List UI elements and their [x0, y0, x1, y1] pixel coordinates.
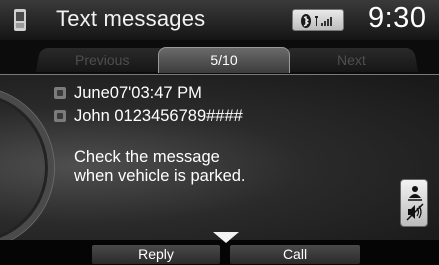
- tab-previous[interactable]: Previous: [35, 48, 169, 72]
- signal-strength-icon: [315, 16, 332, 26]
- voice-mute-button[interactable]: [400, 179, 428, 227]
- bluetooth-icon: [301, 14, 311, 28]
- header-bar: Text messages 9:30: [0, 0, 439, 41]
- reply-button[interactable]: Reply: [92, 245, 220, 264]
- message-body-line-2: when vehicle is parked.: [74, 167, 246, 185]
- contact-icon: [54, 110, 66, 122]
- call-button[interactable]: Call: [230, 245, 360, 264]
- message-sender: John 0123456789####: [74, 107, 243, 125]
- calendar-icon: [54, 87, 66, 99]
- clock: 9:30: [368, 2, 427, 34]
- message-body-line-1: Check the message: [74, 148, 220, 166]
- status-badge: [292, 9, 344, 31]
- chevron-down-icon[interactable]: [211, 229, 241, 245]
- message-panel: June07'03:47 PM John 0123456789#### Chec…: [0, 74, 439, 241]
- text-messages-screen: Text messages 9:30 Previous Next 5/10 Ju…: [0, 0, 439, 265]
- tab-next[interactable]: Next: [283, 48, 419, 72]
- speaker-mute-icon: [406, 203, 424, 221]
- page-title: Text messages: [56, 6, 206, 31]
- tab-previous-label: Previous: [74, 52, 130, 68]
- message-date: June07'03:47 PM: [74, 84, 202, 102]
- dial-decoration: [0, 87, 54, 241]
- phone-icon: [14, 9, 26, 31]
- voice-icon: [408, 186, 422, 201]
- tab-next-label: Next: [336, 52, 366, 68]
- tab-bar: Previous Next 5/10: [0, 40, 439, 74]
- page-indicator-tab: 5/10: [158, 47, 290, 73]
